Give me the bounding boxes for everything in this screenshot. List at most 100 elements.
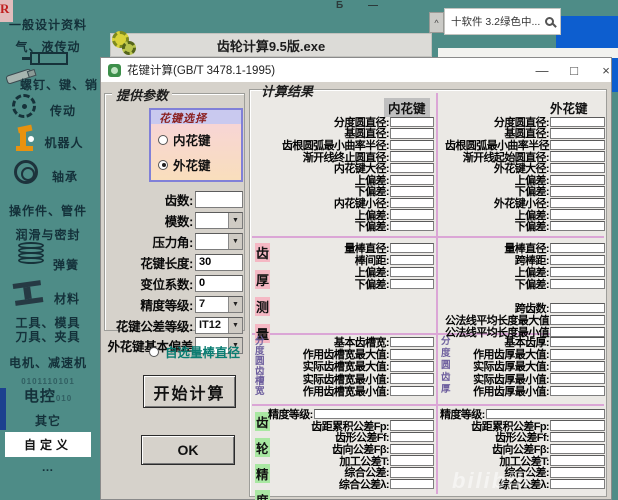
result-field[interactable] — [390, 220, 434, 232]
sidebar-item-bearing[interactable]: 轴承 — [34, 168, 96, 185]
result-field[interactable] — [390, 278, 434, 290]
result-field[interactable] — [550, 174, 605, 186]
result-field[interactable] — [550, 128, 605, 139]
result-field[interactable] — [550, 361, 605, 372]
close-button[interactable]: × — [591, 58, 618, 82]
chevron-down-icon[interactable]: ▼ — [228, 212, 242, 228]
result-field[interactable] — [390, 385, 434, 397]
spline-length-input[interactable] — [195, 253, 243, 271]
result-field[interactable] — [390, 209, 434, 220]
result-field[interactable] — [390, 139, 434, 151]
sidebar-item-spring[interactable]: 弹簧 — [36, 256, 96, 273]
result-field[interactable] — [550, 254, 605, 266]
radio-icon[interactable] — [158, 134, 168, 145]
chevron-down-icon[interactable]: ▼ — [228, 233, 242, 249]
result-field[interactable] — [550, 242, 605, 254]
chevron-down-icon[interactable]: ▼ — [228, 317, 242, 333]
result-field[interactable] — [550, 385, 605, 397]
radio-icon-selected[interactable] — [158, 159, 168, 170]
result-field[interactable] — [550, 209, 605, 220]
accuracy-select[interactable]: 7 ▼ — [195, 295, 243, 313]
sidebar-item-transmission[interactable]: 传动 — [30, 102, 96, 119]
result-label: 下偏差: — [354, 221, 390, 234]
result-field[interactable] — [390, 116, 434, 128]
result-field[interactable] — [550, 349, 605, 360]
module-select[interactable]: ▼ — [195, 211, 243, 229]
sidebar-item-material[interactable]: 材料 — [38, 290, 96, 307]
result-field[interactable] — [550, 373, 605, 384]
result-field[interactable] — [390, 151, 434, 162]
teeth-count-field[interactable] — [199, 191, 242, 207]
result-field[interactable] — [550, 220, 605, 232]
result-field[interactable] — [390, 443, 434, 455]
start-calc-button[interactable]: 开始计算 — [143, 375, 236, 408]
result-field[interactable] — [550, 455, 605, 466]
result-field[interactable] — [390, 431, 434, 443]
sidebar-item-tools[interactable]: 工具、模具 刀具、夹具 — [0, 316, 96, 344]
result-field[interactable] — [550, 162, 605, 174]
sidebar-item-more[interactable]: … — [0, 460, 96, 474]
tolerance-grade-select[interactable]: IT12 ▼ — [195, 316, 243, 334]
result-field[interactable] — [550, 420, 605, 431]
sidebar-item-operating-parts[interactable]: 操作件、管件 — [0, 202, 96, 219]
result-field[interactable] — [390, 467, 434, 478]
sidebar-item-robot[interactable]: 机器人 — [32, 134, 96, 151]
param-row-tolerance-grade: 花键公差等级: IT12 ▼ — [108, 316, 243, 334]
chevron-down-icon[interactable]: ▼ — [228, 296, 242, 312]
sidebar-item-fasteners[interactable]: 螺钉、键、销 — [20, 76, 97, 93]
result-field[interactable] — [390, 186, 434, 197]
result-field[interactable] — [550, 302, 605, 314]
result-field[interactable] — [550, 186, 605, 197]
radio-external-spline[interactable]: 外花键 — [158, 155, 241, 174]
pressure-angle-select[interactable]: ▼ — [195, 232, 243, 250]
radio-icon[interactable] — [149, 346, 159, 357]
result-field[interactable] — [550, 478, 605, 490]
result-field[interactable] — [390, 336, 434, 348]
shift-coeff-field[interactable] — [199, 275, 242, 291]
sidebar-item-motor[interactable]: 电机、减速机 — [0, 354, 96, 371]
radio-internal-spline[interactable]: 内花键 — [158, 130, 241, 149]
result-field[interactable] — [550, 314, 605, 326]
shift-coeff-input[interactable] — [195, 274, 243, 292]
ok-button[interactable]: OK — [141, 435, 235, 465]
result-field[interactable] — [390, 128, 434, 139]
sidebar-item-custom[interactable]: 自定义 — [5, 432, 91, 457]
result-field[interactable] — [390, 420, 434, 431]
result-field[interactable] — [390, 162, 434, 174]
result-field[interactable] — [550, 266, 605, 278]
search-input[interactable]: 十软件 3.2绿色中... — [451, 14, 541, 29]
result-field[interactable] — [550, 151, 605, 162]
result-field[interactable] — [550, 443, 605, 455]
maximize-button[interactable]: □ — [559, 58, 589, 82]
result-field[interactable] — [550, 336, 605, 348]
result-field[interactable] — [550, 278, 605, 290]
result-field[interactable] — [390, 478, 434, 490]
result-field[interactable] — [550, 197, 605, 209]
result-field[interactable] — [390, 266, 434, 278]
result-field[interactable] — [550, 116, 605, 128]
radio-custom-pin-diameter[interactable]: 自选量棒直径 — [149, 342, 240, 361]
sidebar-item-other[interactable]: 其它 — [0, 412, 96, 429]
result-field[interactable] — [550, 139, 605, 151]
spline-length-field[interactable] — [199, 254, 242, 270]
result-field[interactable] — [390, 174, 434, 186]
result-field[interactable] — [390, 254, 434, 266]
result-field[interactable] — [390, 373, 434, 384]
sidebar-item-general-design[interactable]: 一般设计资料 — [0, 16, 96, 33]
search-box[interactable]: 十软件 3.2绿色中... — [444, 8, 561, 35]
result-field[interactable] — [390, 361, 434, 372]
teeth-count-input[interactable] — [195, 190, 243, 208]
result-field[interactable] — [390, 242, 434, 254]
sidebar-item-lubrication[interactable]: 润滑与密封 — [0, 226, 96, 243]
minimize-button[interactable]: — — [527, 58, 557, 82]
sidebar-item-electric-control[interactable]: 0101110101 电控010 — [0, 378, 96, 406]
result-field[interactable] — [390, 349, 434, 360]
collapse-button[interactable]: ^ — [429, 12, 444, 33]
result-field[interactable] — [550, 467, 605, 478]
result-field[interactable] — [550, 431, 605, 443]
result-field[interactable] — [390, 455, 434, 466]
result-field[interactable] — [390, 197, 434, 209]
search-icon[interactable] — [545, 17, 554, 26]
exe-title-bar[interactable]: 齿轮计算9.5版.exe — [110, 33, 432, 57]
tolerance-grade-value: IT12 — [199, 319, 222, 331]
